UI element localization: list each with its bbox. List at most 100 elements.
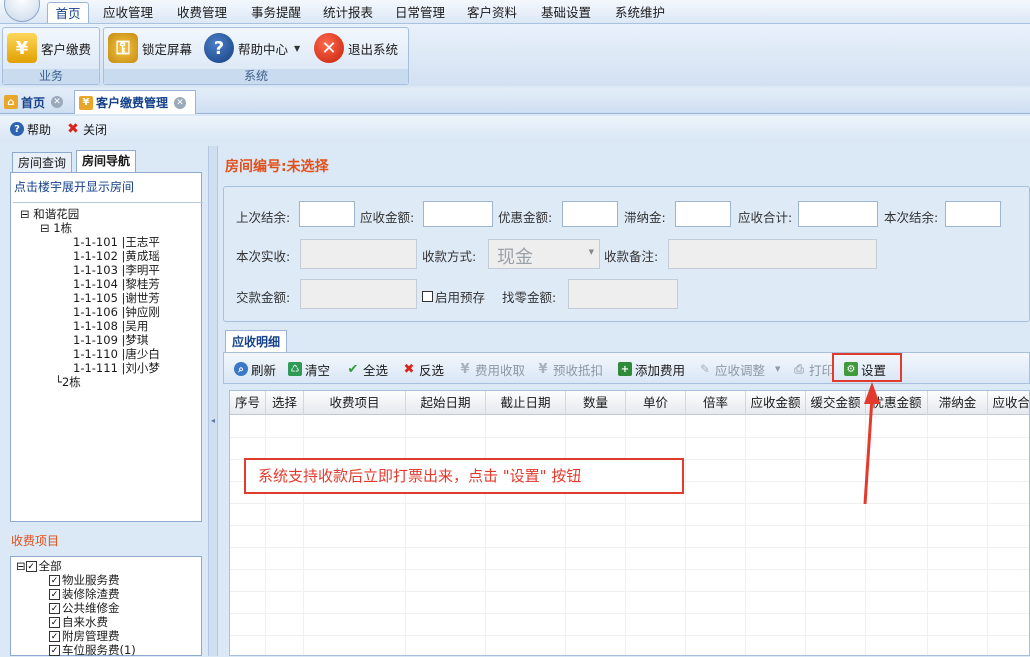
lock-screen-button[interactable]: ⚿ 锁定屏幕 <box>108 31 192 65</box>
column-header[interactable]: 起始日期 <box>406 391 486 415</box>
checkbox[interactable]: ✓ <box>49 631 60 642</box>
column-header[interactable]: 序号 <box>230 391 266 415</box>
tree-room-item[interactable]: 1-1-110 |唐少白 <box>73 347 160 361</box>
adjust-receivable-button[interactable]: ✎ 应收调整 ▼ <box>698 360 780 378</box>
current-balance-field[interactable] <box>945 201 1001 227</box>
tab-customer-payment[interactable]: ¥ 客户缴费管理 ✕ <box>74 90 196 114</box>
tree-room-item[interactable]: 1-1-111 |刘小梦 <box>73 361 160 375</box>
column-header[interactable]: 滞纳金 <box>928 391 988 415</box>
menu-reports[interactable]: 统计报表 <box>316 2 380 23</box>
tree-room-item[interactable]: 1-1-109 |梦琪 <box>73 333 148 347</box>
menu-daily[interactable]: 日常管理 <box>388 2 452 23</box>
prepaid-deduct-button[interactable]: ¥ 预收抵扣 <box>536 360 603 378</box>
actual-received-field[interactable] <box>300 239 417 269</box>
help-center-button[interactable]: ? 帮助中心 ▼ <box>204 31 300 65</box>
discount-amount-field[interactable] <box>562 201 618 227</box>
tab-home-label: 首页 <box>21 95 46 110</box>
tab-room-navigation[interactable]: 房间导航 <box>76 150 137 172</box>
actual-received-label: 本次实收: <box>236 249 291 264</box>
menu-customers[interactable]: 客户资料 <box>460 2 524 23</box>
fee-items-title: 收费项目 <box>11 534 60 548</box>
help-icon: ? <box>10 122 24 136</box>
exit-system-button[interactable]: ✕ 退出系统 <box>314 31 398 65</box>
column-header[interactable]: 倍率 <box>686 391 746 415</box>
tree-room-item[interactable]: 1-1-103 |李明平 <box>73 263 160 277</box>
fee-item[interactable]: ✓ 装修除渣费 <box>49 587 120 601</box>
column-header[interactable]: 数量 <box>566 391 626 415</box>
checkbox[interactable]: ✓ <box>49 617 60 628</box>
add-fee-button[interactable]: + 添加费用 <box>618 360 685 378</box>
enable-prepay-option[interactable]: 启用预存 <box>422 287 485 306</box>
menu-home[interactable]: 首页 <box>47 2 89 23</box>
refresh-button[interactable]: ⌕ 刷新 <box>234 360 276 378</box>
tree-room-item[interactable]: 1-1-101 |王志平 <box>73 235 160 249</box>
menu-maintenance[interactable]: 系统维护 <box>608 2 672 23</box>
tree-node-building-2[interactable]: └2栋 <box>55 375 81 389</box>
collect-fee-button[interactable]: ¥ 费用收取 <box>458 360 525 378</box>
ribbon: ¥ 客户缴费 业务 ⚿ 锁定屏幕 ? 帮助中心 ▼ ✕ 退出系统 系统 <box>0 24 1030 86</box>
checkbox[interactable]: ✓ <box>25 561 37 572</box>
tab-room-search[interactable]: 房间查询 <box>12 152 73 172</box>
late-fee-field[interactable] <box>675 201 731 227</box>
tree-room-item[interactable]: 1-1-108 |吴用 <box>73 319 148 333</box>
column-header[interactable]: 应收合计 <box>988 391 1029 415</box>
collapse-arrow-icon[interactable]: ◂ <box>211 416 215 425</box>
close-icon[interactable]: ✕ <box>174 96 187 109</box>
checkbox[interactable]: ✓ <box>49 603 60 614</box>
receivable-amount-field[interactable] <box>423 201 493 227</box>
payment-method-select[interactable]: 现金 ▼ <box>488 239 600 269</box>
customer-payment-button[interactable]: ¥ 客户缴费 <box>7 31 91 65</box>
last-balance-field[interactable] <box>299 201 355 227</box>
grid-column <box>686 415 746 655</box>
tree-room-item[interactable]: 1-1-106 |钟应刚 <box>73 305 160 319</box>
pay-amount-field[interactable] <box>300 279 417 309</box>
column-header[interactable]: 单价 <box>626 391 686 415</box>
room-number-title: 房间编号:未选择 <box>225 159 329 175</box>
close-button[interactable]: ✖ 关闭 <box>66 120 107 138</box>
fee-item[interactable]: ✓ 公共维修金 <box>49 601 120 615</box>
chevron-down-icon[interactable]: ▼ <box>294 44 300 53</box>
close-icon[interactable]: ✕ <box>51 96 64 108</box>
fee-item[interactable]: ✓ 自来水费 <box>49 615 108 629</box>
change-amount-field[interactable] <box>568 279 678 309</box>
tree-node-building-1[interactable]: ⊟ 1栋 <box>40 221 72 235</box>
clear-button[interactable]: ♺ 清空 <box>288 360 330 378</box>
tab-receivable-details[interactable]: 应收明细 <box>225 330 288 352</box>
lock-users-icon: ⚿ <box>108 33 138 63</box>
fee-item[interactable]: ✓ 车位服务费(1) <box>49 643 136 657</box>
menu-receivables[interactable]: 应收管理 <box>96 2 160 23</box>
enable-prepay-checkbox[interactable] <box>422 291 433 302</box>
print-button[interactable]: ⎙ 打印 <box>792 360 834 378</box>
menu-charges[interactable]: 收费管理 <box>170 2 234 23</box>
yen-coin-icon: ¥ <box>7 33 37 63</box>
help-button[interactable]: ? 帮助 <box>10 120 51 138</box>
tree-room-item[interactable]: 1-1-104 |黎桂芳 <box>73 277 160 291</box>
column-header[interactable]: 选择 <box>266 391 304 415</box>
fee-root[interactable]: ⊟ ✓ 全部 <box>16 559 62 573</box>
checkbox[interactable]: ✓ <box>49 589 60 600</box>
column-header[interactable]: 截止日期 <box>486 391 566 415</box>
fee-item[interactable]: ✓ 物业服务费 <box>49 573 120 587</box>
tree-room-item[interactable]: 1-1-102 |黄成瑶 <box>73 249 160 263</box>
tree-room-item[interactable]: 1-1-105 |谢世芳 <box>73 291 160 305</box>
panel-splitter[interactable]: ◂ <box>208 146 218 656</box>
column-header[interactable]: 应收金额 <box>746 391 806 415</box>
app-logo-icon[interactable] <box>4 0 40 22</box>
yen-icon: ¥ <box>79 95 93 110</box>
receivable-total-field[interactable] <box>798 201 878 227</box>
chevron-down-icon[interactable]: ▼ <box>775 365 780 373</box>
payment-remark-field[interactable] <box>668 239 877 269</box>
checkbox[interactable]: ✓ <box>49 645 60 656</box>
fee-item[interactable]: ✓ 附房管理费 <box>49 629 120 643</box>
chevron-down-icon: ▼ <box>588 248 594 256</box>
menu-reminders[interactable]: 事务提醒 <box>244 2 308 23</box>
menu-basic-settings[interactable]: 基础设置 <box>534 2 598 23</box>
invert-selection-button[interactable]: ✖ 反选 <box>402 360 444 378</box>
tab-home[interactable]: ⌂ 首页 ✕ <box>0 90 70 114</box>
tree-node-root[interactable]: ⊟ 和谐花园 <box>20 207 79 221</box>
room-tree: 点击楼宇展开显示房间 ⊟ 和谐花园 ⊟ 1栋 1-1-101 |王志平 1-1-1… <box>10 172 203 522</box>
checkbox[interactable]: ✓ <box>49 575 60 586</box>
select-all-button[interactable]: ✔ 全选 <box>346 360 388 378</box>
column-header[interactable]: 收费项目 <box>304 391 406 415</box>
cross-icon: ✖ <box>403 361 415 377</box>
